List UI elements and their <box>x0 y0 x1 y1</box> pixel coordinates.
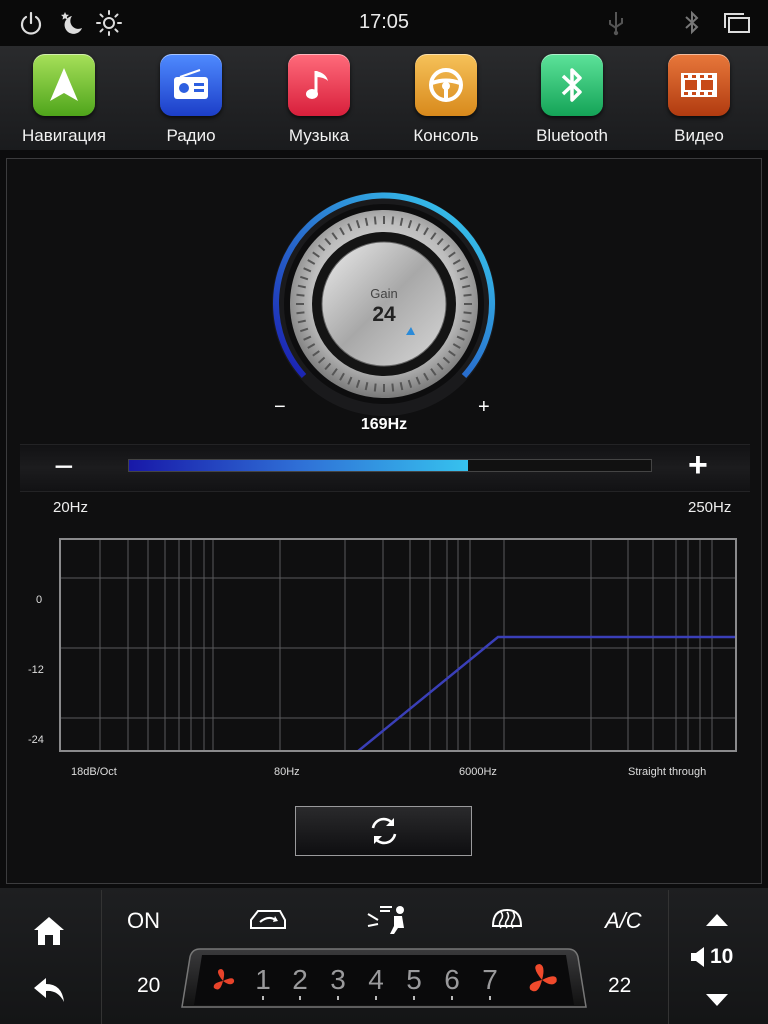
volume-up-icon[interactable] <box>704 912 730 928</box>
app-bluetooth[interactable]: Bluetooth <box>522 52 622 150</box>
air-direction-icon[interactable] <box>364 902 410 936</box>
knob-tick <box>463 311 472 315</box>
fan-level-dot <box>413 996 415 1000</box>
app-label: Консоль <box>413 126 479 145</box>
knob-tick <box>391 383 395 392</box>
volume-level: 10 <box>710 945 734 968</box>
fan-level[interactable]: 4 <box>361 964 391 996</box>
bluetooth-status-icon <box>685 10 699 35</box>
fan-low-icon[interactable] <box>208 966 238 996</box>
clock: 17:05 <box>358 11 410 33</box>
app-label: Радио <box>166 126 216 145</box>
home-icon[interactable] <box>32 914 66 948</box>
fan-level[interactable]: 1 <box>248 964 278 996</box>
fan-high-icon[interactable] <box>522 960 562 1000</box>
frequency-value: 169Hz <box>360 416 408 433</box>
volume-down-icon[interactable] <box>704 992 730 1008</box>
air-recirculation-icon[interactable] <box>248 906 288 934</box>
status-bar: 17:05 <box>0 0 768 46</box>
fan-level-dot <box>299 996 301 1000</box>
radio-icon <box>160 54 222 116</box>
x-label: 80Hz <box>274 766 300 778</box>
rear-defrost-icon[interactable] <box>490 904 524 934</box>
max-frequency-label: 250Hz <box>688 499 732 516</box>
app-video[interactable]: Видео <box>649 52 749 150</box>
fan-level[interactable]: 3 <box>323 964 353 996</box>
app-console[interactable]: Консоль <box>396 52 496 150</box>
knob-tick <box>463 293 472 297</box>
x-label: Straight through <box>628 766 707 778</box>
fan-level[interactable]: 5 <box>399 964 429 996</box>
knob-tick <box>296 293 305 297</box>
slider-minus-button[interactable]: − <box>54 450 74 484</box>
fan-level[interactable]: 2 <box>285 964 315 996</box>
speaker-icon <box>691 947 704 967</box>
navigation-arrow-icon <box>33 54 95 116</box>
fan-level[interactable]: 7 <box>475 964 505 996</box>
gain-label: Gain <box>370 286 398 301</box>
y-tick-label: 0 <box>36 594 43 606</box>
back-icon[interactable] <box>32 974 68 1006</box>
fan-level-dot <box>262 996 264 1000</box>
knob-plus[interactable]: + <box>478 396 490 419</box>
app-music[interactable]: Музыка <box>269 52 369 150</box>
frequency-slider-fill <box>129 460 468 471</box>
knob-tick <box>373 383 377 392</box>
fan-level-dot <box>375 996 377 1000</box>
fan-level[interactable]: 6 <box>437 964 467 996</box>
app-label: Видео <box>674 126 724 145</box>
knob-minus[interactable]: − <box>274 396 286 419</box>
slider-plus-button[interactable]: + <box>688 448 708 482</box>
y-tick-label: -12 <box>28 664 44 676</box>
reset-button[interactable] <box>295 806 472 856</box>
knob-tick <box>373 216 377 225</box>
crossover-curve <box>357 635 735 750</box>
min-frequency-label: 20Hz <box>53 499 89 516</box>
x-label: 18dB/Oct <box>71 766 117 778</box>
film-icon <box>668 54 730 116</box>
right-temperature[interactable]: 22 <box>608 974 631 998</box>
knob-tick <box>391 216 395 225</box>
steering-wheel-icon <box>415 54 477 116</box>
climate-on-button[interactable]: ON <box>127 908 160 934</box>
y-tick-label: -24 <box>28 734 44 746</box>
bluetooth-icon <box>541 54 603 116</box>
music-note-icon <box>288 54 350 116</box>
divider <box>668 890 669 1024</box>
fan-level-dot <box>337 996 339 1000</box>
app-label: Музыка <box>288 126 350 145</box>
crossover-graph <box>59 538 737 752</box>
fan-level-dot <box>451 996 453 1000</box>
gain-value: 24 <box>372 303 396 326</box>
x-label: 6000Hz <box>459 766 497 778</box>
fan-level-dot <box>489 996 491 1000</box>
ac-button[interactable]: A/C <box>605 908 642 934</box>
app-radio[interactable]: Радио <box>141 52 241 150</box>
divider <box>101 890 102 1024</box>
refresh-icon <box>371 817 396 845</box>
app-navigation[interactable]: Навигация <box>14 52 114 150</box>
left-temperature[interactable]: 20 <box>137 974 160 998</box>
app-label: Bluetooth <box>536 126 608 145</box>
app-dock: Навигация Радио Музыка Консоль Bluetooth… <box>0 46 768 150</box>
knob-tick <box>296 311 305 315</box>
app-label: Навигация <box>22 126 106 145</box>
usb-icon <box>609 12 623 36</box>
crossover-curve-svg <box>61 540 735 750</box>
multiwindow-icon[interactable] <box>722 12 752 36</box>
